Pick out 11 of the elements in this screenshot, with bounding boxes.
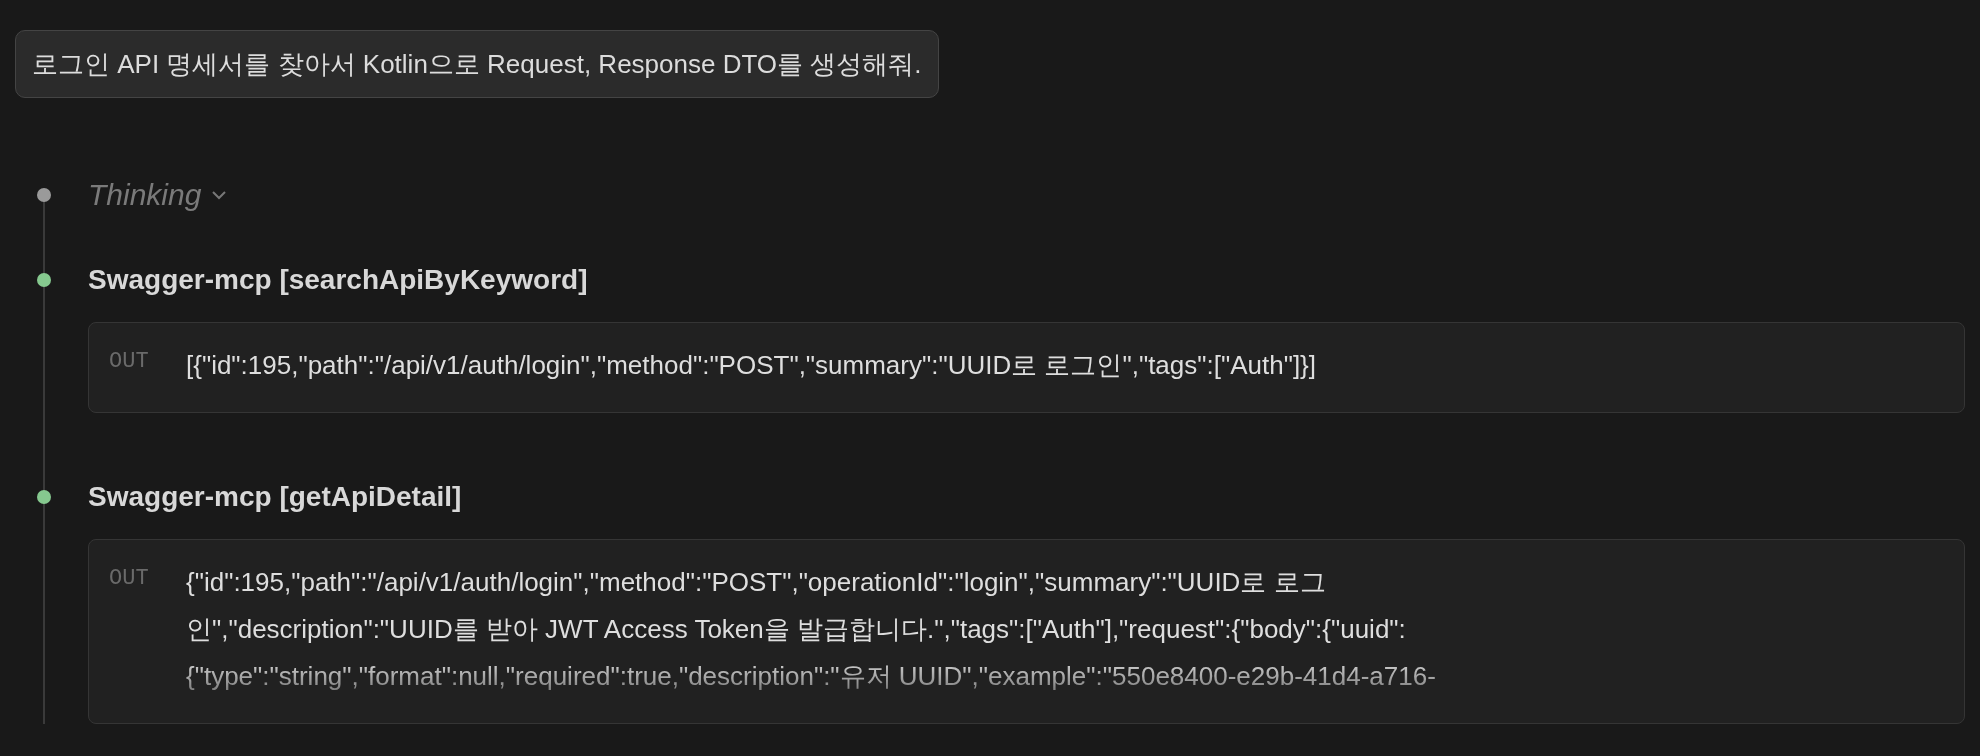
output-text-line: [{"id":195,"path":"/api/v1/auth/login","method":"POST","summary":"UUID로 로그인","tags":["Auth"]}]	[186, 349, 1318, 382]
chevron-down-icon[interactable]	[211, 190, 228, 200]
output-label: OUT	[109, 565, 150, 593]
tool-call-title: Swagger-mcp [getApiDetail]	[88, 481, 462, 513]
prompt-message: 로그인 API 명세서를 찾아서 Kotlin으로 Request, Response DTO를 생성해줘.	[15, 30, 939, 98]
tool-call-title: Swagger-mcp [searchApiByKeyword]	[88, 264, 588, 296]
output-text-line: {"id":195,"path":"/api/v1/auth/login","method":"POST","operationId":"login","summary":"UUID로 로그	[186, 566, 1327, 599]
output-label: OUT	[109, 348, 150, 376]
thinking-toggle[interactable]: Thinking	[88, 178, 202, 212]
output-text-line: {"type":"string","format":null,"required":true,"description":"유저 UUID","example":"550e8400-e29b-41d4-a716-	[186, 660, 1437, 693]
output-text-line: 인","description":"UUID를 받아 JWT Access Token을 발급합니다.","tags":["Auth"],"request":{"body":{"uuid":	[186, 613, 1407, 646]
